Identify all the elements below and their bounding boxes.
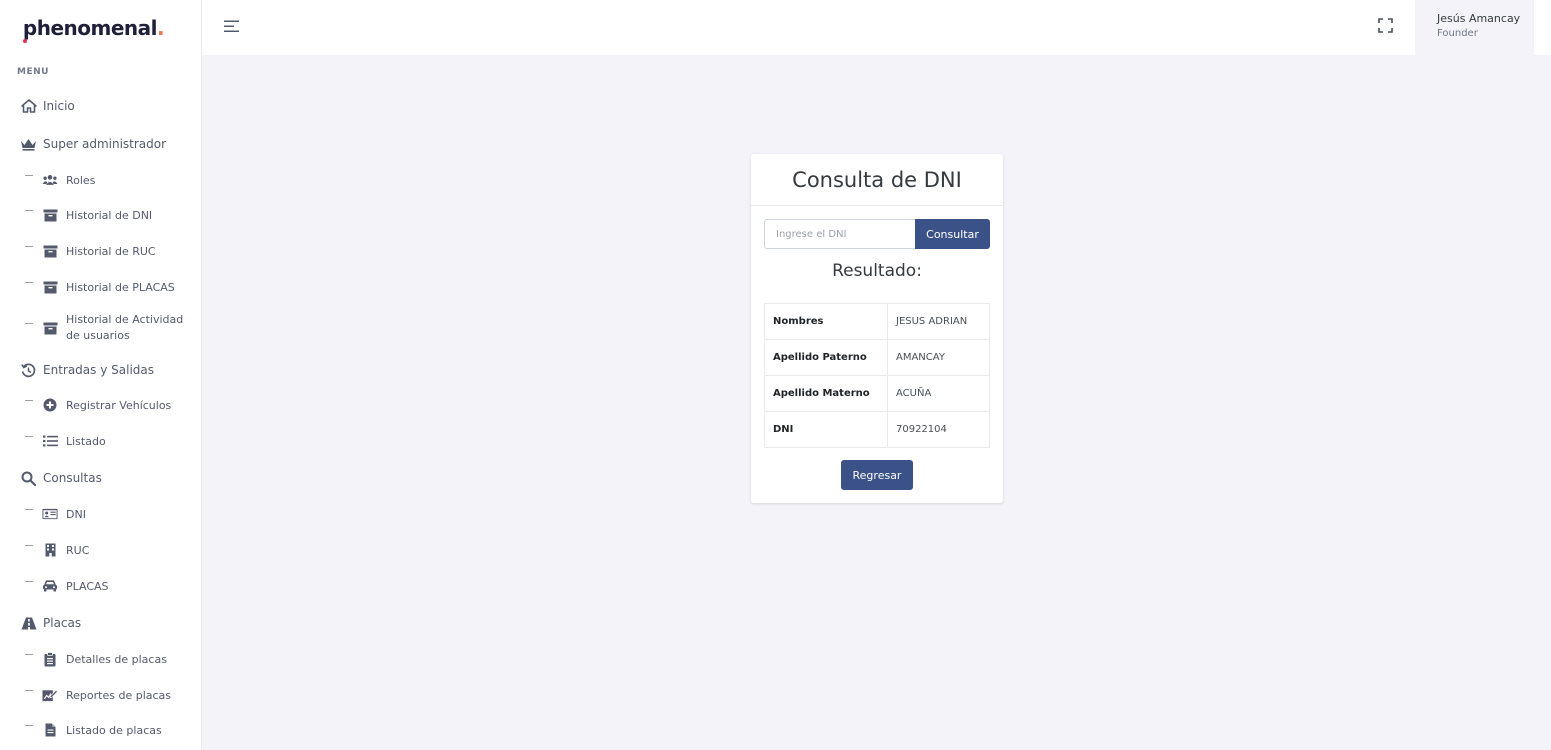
result-value: 70922104 (887, 411, 990, 448)
sidebar-item-inicio[interactable]: Inicio (0, 91, 202, 121)
sidebar-item-historial-actividad[interactable]: Historial de Actividad de usuarios (0, 312, 202, 344)
sidebar-item-label: Registrar Vehículos (66, 398, 172, 412)
sidebar-item-detalles-placas[interactable]: Detalles de placas (0, 644, 202, 674)
sidebar-item-label: Historial de PLACAS (66, 280, 175, 294)
sidebar-item-super-administrador[interactable]: Super administrador (0, 129, 202, 159)
page-title: Consulta de DNI (792, 167, 962, 192)
sidebar-item-reportes-placas[interactable]: Reportes de placas (0, 680, 202, 710)
divider-dash (25, 435, 33, 437)
regresar-button[interactable]: Regresar (841, 460, 913, 490)
sidebar-item-label: Super administrador (43, 137, 167, 151)
divider-dash (25, 399, 33, 401)
sidebar-item-roles[interactable]: Roles (0, 165, 202, 195)
sidebar-item-label: Consultas (43, 471, 102, 485)
clipboard-icon (42, 651, 58, 666)
divider-dash (25, 209, 33, 211)
search-icon (20, 471, 37, 486)
sidebar-item-label: Reportes de placas (66, 688, 172, 702)
plus-circle-icon (42, 398, 58, 412)
divider-dash (25, 724, 33, 726)
file-icon (42, 723, 58, 737)
sidebar-item-label: Inicio (43, 99, 75, 113)
result-table: Nombres JESUS ADRIAN Apellido Paterno AM… (764, 303, 990, 448)
sidebar-item-ruc[interactable]: RUC (0, 535, 202, 565)
sidebar-item-label: Placas (43, 616, 82, 630)
sidebar-item-registrar-vehiculos[interactable]: Registrar Vehículos (0, 390, 202, 420)
sidebar-item-historial-dni[interactable]: Historial de DNI (0, 200, 202, 230)
divider-dash (25, 544, 33, 546)
sidebar: phenomenal. MENU Inicio Super administra… (0, 0, 202, 750)
dni-input[interactable] (764, 219, 915, 249)
menu-title: MENU (17, 67, 49, 77)
road-icon (20, 616, 37, 631)
divider-dash (25, 322, 33, 324)
divider-dash (25, 174, 33, 176)
table-row: DNI 70922104 (764, 411, 990, 448)
consultar-button[interactable]: Consultar (915, 219, 990, 249)
edit-report-icon (42, 688, 58, 702)
user-menu[interactable]: Jesús Amancay Founder (1415, 0, 1534, 55)
sidebar-item-label: Roles (66, 173, 96, 187)
sidebar-item-historial-placas[interactable]: Historial de PLACAS (0, 272, 202, 302)
sidebar-item-listado[interactable]: Listado (0, 426, 202, 456)
table-row: Apellido Materno ACUÑA (764, 375, 990, 412)
result-value: ACUÑA (887, 375, 990, 412)
car-icon (42, 579, 58, 593)
logo-mark (22, 38, 27, 43)
card-header: Consulta de DNI (751, 154, 1003, 206)
archive-icon (42, 208, 58, 222)
table-row: Nombres JESUS ADRIAN (764, 303, 990, 340)
user-name: Jesús Amancay (1437, 12, 1521, 25)
sidebar-item-label: Listado de placas (66, 723, 162, 737)
history-icon (20, 362, 37, 378)
divider-dash (25, 689, 33, 691)
sidebar-item-label: Listado (66, 434, 106, 448)
sidebar-item-label: Detalles de placas (66, 652, 167, 666)
result-key: DNI (764, 411, 888, 448)
sidebar-item-label: Historial de RUC (66, 244, 156, 258)
archive-icon (42, 244, 58, 258)
building-icon (42, 543, 58, 557)
result-key: Apellido Paterno (764, 339, 888, 376)
dni-query-card: Consulta de DNI Consultar Resultado: Nom… (751, 154, 1003, 503)
divider-dash (25, 281, 33, 283)
sidebar-item-dni[interactable]: DNI (0, 499, 202, 529)
list-icon (42, 434, 58, 448)
divider-dash (25, 653, 33, 655)
crown-icon (20, 137, 37, 152)
sidebar-item-label: Historial de DNI (66, 208, 153, 222)
sidebar-item-placas[interactable]: Placas (0, 608, 202, 638)
sidebar-item-placas-consulta[interactable]: PLACAS (0, 571, 202, 601)
sidebar-item-label: Historial de Actividad de usuarios (66, 313, 184, 342)
topbar: Jesús Amancay Founder (202, 0, 1551, 55)
divider-dash (25, 580, 33, 582)
sidebar-item-label: Entradas y Salidas (43, 363, 154, 377)
sidebar-item-label: PLACAS (66, 579, 109, 593)
id-card-icon (42, 507, 58, 521)
search-row: Consultar (764, 219, 990, 249)
sidebar-item-entradas-salidas[interactable]: Entradas y Salidas (0, 355, 202, 385)
menu-toggle-icon[interactable] (224, 20, 240, 33)
result-value: JESUS ADRIAN (887, 303, 990, 340)
users-icon (42, 173, 58, 187)
sidebar-item-label: RUC (66, 543, 90, 557)
logo[interactable]: phenomenal. (0, 0, 201, 55)
fullscreen-icon[interactable] (1378, 18, 1393, 33)
result-value: AMANCAY (887, 339, 990, 376)
table-row: Apellido Paterno AMANCAY (764, 339, 990, 376)
sidebar-item-historial-ruc[interactable]: Historial de RUC (0, 236, 202, 266)
archive-icon (42, 280, 58, 294)
result-title: Resultado: (832, 261, 922, 281)
sidebar-item-label: DNI (66, 507, 86, 521)
divider-dash (25, 245, 33, 247)
archive-icon (42, 321, 58, 335)
sidebar-item-listado-placas[interactable]: Listado de placas (0, 715, 202, 745)
result-key: Apellido Materno (764, 375, 888, 412)
logo-text: phenomenal. (22, 16, 165, 43)
divider-dash (25, 508, 33, 510)
result-key: Nombres (764, 303, 888, 340)
sidebar-item-consultas[interactable]: Consultas (0, 463, 202, 493)
user-role: Founder (1437, 28, 1478, 39)
home-icon (20, 99, 37, 114)
